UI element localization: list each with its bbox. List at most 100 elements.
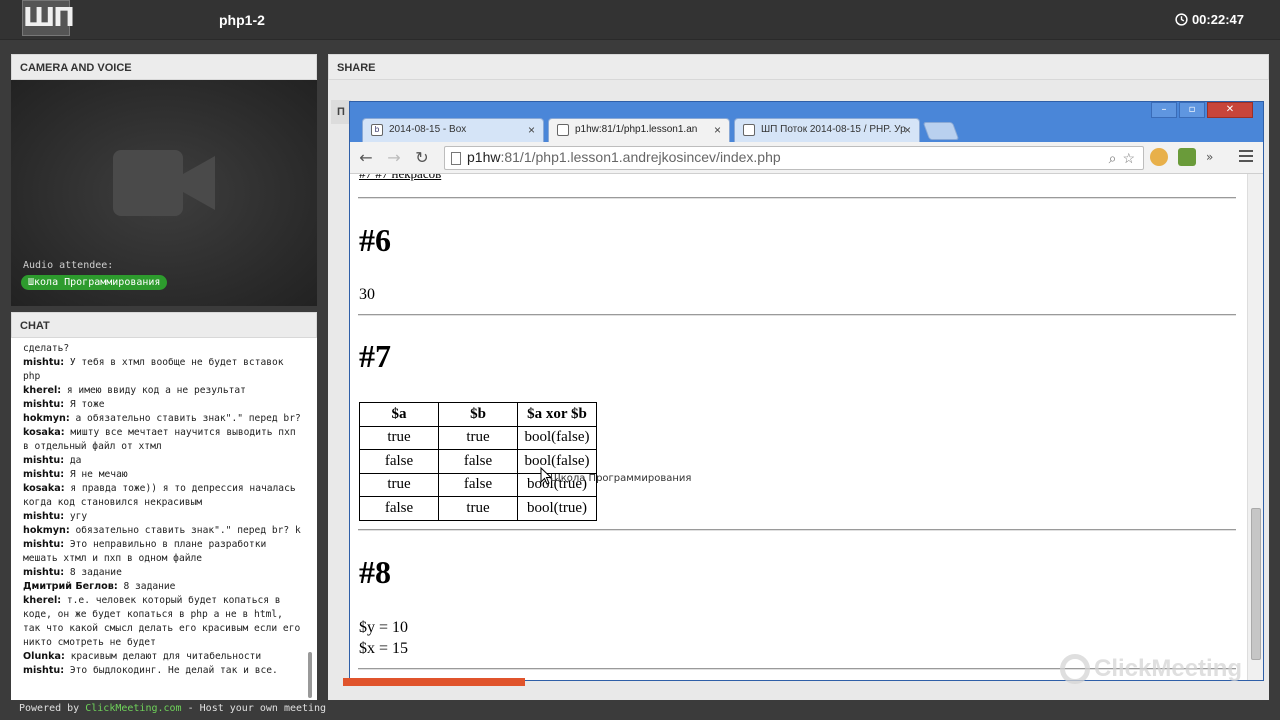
- extension-map-icon[interactable]: [1178, 148, 1196, 166]
- meeting-title: php1-2: [219, 12, 265, 28]
- table-cell: bool(false): [517, 425, 597, 450]
- table-cell: true: [359, 425, 439, 450]
- chat-author: mishtu:: [23, 511, 65, 522]
- footer-suffix: - Host your own meeting: [187, 703, 327, 714]
- divider: [358, 197, 1236, 198]
- chat-message: hokmyn: а обязательно ставить знак"." пе…: [23, 412, 303, 426]
- table-cell: bool(true): [517, 496, 597, 521]
- chat-message: mishtu: да: [23, 454, 303, 468]
- section-heading-7: #7: [359, 338, 391, 374]
- browser-menu-icon[interactable]: [1239, 150, 1253, 165]
- chat-author: Дмитрий Беглов:: [23, 581, 118, 592]
- chat-scrollbar[interactable]: [308, 652, 312, 698]
- page-scrollbar[interactable]: [1247, 174, 1263, 680]
- timer-value: 00:22:47: [1191, 12, 1244, 27]
- share-left-tab[interactable]: П: [331, 100, 351, 124]
- chat-message: mishtu: 8 задание: [23, 566, 303, 580]
- reload-icon[interactable]: ↻: [412, 148, 432, 168]
- clickmeeting-link[interactable]: ClickMeeting.com: [85, 703, 181, 714]
- chat-text: обязательно ставить знак"." перед br? k: [75, 525, 301, 536]
- chat-author: kherel:: [23, 385, 62, 396]
- chat-message: mishtu: угу: [23, 510, 303, 524]
- section-heading-6: #6: [359, 222, 391, 258]
- table-cell: true: [438, 425, 518, 450]
- chat-text: да: [69, 455, 82, 466]
- chat-message: kherel: я имею ввиду код а не результат: [23, 384, 303, 398]
- back-arrow-icon[interactable]: ←: [356, 148, 376, 168]
- page-link[interactable]: #7 #7 некрасов: [359, 174, 441, 182]
- chat-text: Я не мечаю: [69, 469, 128, 480]
- extension-cat-icon[interactable]: [1150, 148, 1168, 166]
- address-bar[interactable]: p1hw:81/1/php1.lesson1.andrejkosincev/in…: [444, 146, 1144, 170]
- chat-author: mishtu:: [23, 357, 65, 368]
- tab-close-icon[interactable]: ×: [528, 123, 535, 137]
- chat-text: 8 задание: [69, 567, 122, 578]
- chat-text: Это быдлокодинг. Не делай так и все.: [69, 665, 278, 676]
- clickmeeting-logo-icon: [1060, 654, 1090, 684]
- chat-messages[interactable]: сделать? mishtu: У тебя в хтмл вообще не …: [11, 338, 317, 700]
- clock-icon: [1175, 13, 1188, 26]
- divider: [358, 314, 1236, 315]
- camera-panel-title: CAMERA AND VOICE: [11, 54, 317, 80]
- section-6-value: 30: [359, 286, 375, 303]
- table-row: false true bool(true): [359, 496, 597, 521]
- footer: Powered by ClickMeeting.com - Host your …: [19, 703, 326, 714]
- footer-prefix: Powered by: [19, 703, 80, 714]
- table-header: $a: [359, 402, 439, 427]
- forward-arrow-icon[interactable]: →: [384, 148, 404, 168]
- url-host: p1hw: [467, 149, 501, 165]
- scrollbar-thumb[interactable]: [1251, 508, 1261, 660]
- chat-message: Дмитрий Беглов: 8 задание: [23, 580, 303, 594]
- tab-label: ШП Поток 2014-08-15 / PHP. Ур: [761, 124, 906, 135]
- chat-author: kosaka:: [23, 483, 65, 494]
- page-favicon-icon: [557, 124, 569, 136]
- divider: [358, 529, 1236, 530]
- tab-lesson[interactable]: p1hw:81/1/php1.lesson1.an ×: [548, 118, 730, 142]
- chat-author: mishtu:: [23, 455, 65, 466]
- chat-text: я имею ввиду код а не результат: [66, 385, 246, 396]
- top-bar: ШП php1-2 00:22:47: [0, 0, 1280, 40]
- camera-view[interactable]: Audio attendee: Школа Программирования: [11, 80, 317, 306]
- chat-author: kosaka:: [23, 427, 65, 438]
- chat-message: Olunka: красивым делают для читабельност…: [23, 650, 303, 664]
- chat-author: mishtu:: [23, 665, 65, 676]
- section-8-line-y: $y = 10: [359, 619, 409, 636]
- browser-window: – ▫ ✕ b 2014-08-15 - Box × p1hw:81/1/php…: [349, 101, 1264, 681]
- chat-text: красивым делают для читабельности: [70, 651, 262, 662]
- chat-message: mishtu: У тебя в хтмл вообще не будет вс…: [23, 356, 303, 384]
- table-header: $a xor $b: [517, 402, 597, 427]
- chat-text: 8 задание: [123, 581, 176, 592]
- table-header: $b: [438, 402, 518, 427]
- clickmeeting-watermark: ClickMeeting: [1060, 654, 1242, 684]
- cursor-owner-label: Школа Программирования: [550, 473, 692, 484]
- section-8-line-x: $x = 15: [359, 640, 409, 657]
- chat-author: kherel:: [23, 595, 62, 606]
- extension-icons: »: [1150, 148, 1213, 166]
- tab-box[interactable]: b 2014-08-15 - Box ×: [362, 118, 544, 142]
- table-cell: false: [359, 449, 439, 474]
- chat-message: сделать?: [23, 342, 303, 356]
- zoom-icon[interactable]: ⌕: [1109, 150, 1117, 167]
- meeting-timer: 00:22:47: [1175, 12, 1244, 27]
- tab-stream[interactable]: ШП Поток 2014-08-15 / PHP. Ур ×: [734, 118, 920, 142]
- chat-author: mishtu:: [23, 567, 65, 578]
- chat-panel-title: CHAT: [11, 312, 317, 338]
- box-favicon-icon: b: [371, 124, 383, 136]
- tab-close-icon[interactable]: ×: [904, 123, 911, 137]
- table-cell: false: [438, 449, 518, 474]
- chat-author: mishtu:: [23, 399, 65, 410]
- tab-strip: b 2014-08-15 - Box × p1hw:81/1/php1.less…: [350, 116, 1263, 142]
- video-camera-icon: [113, 150, 215, 216]
- chat-message: mishtu: Я не мечаю: [23, 468, 303, 482]
- chat-author: hokmyn:: [23, 525, 70, 536]
- chat-message: mishtu: Это быдлокодинг. Не делай так и …: [23, 664, 303, 678]
- chat-text: сделать?: [23, 343, 70, 354]
- new-tab-button[interactable]: [922, 122, 960, 140]
- table-cell: true: [438, 496, 518, 521]
- page-icon: [451, 152, 461, 165]
- audio-attendee-badge[interactable]: Школа Программирования: [21, 275, 168, 290]
- tab-close-icon[interactable]: ×: [714, 123, 721, 137]
- bookmark-star-icon[interactable]: ☆: [1122, 150, 1135, 167]
- more-extensions-icon[interactable]: »: [1206, 150, 1213, 164]
- chat-author: Olunka:: [23, 651, 65, 662]
